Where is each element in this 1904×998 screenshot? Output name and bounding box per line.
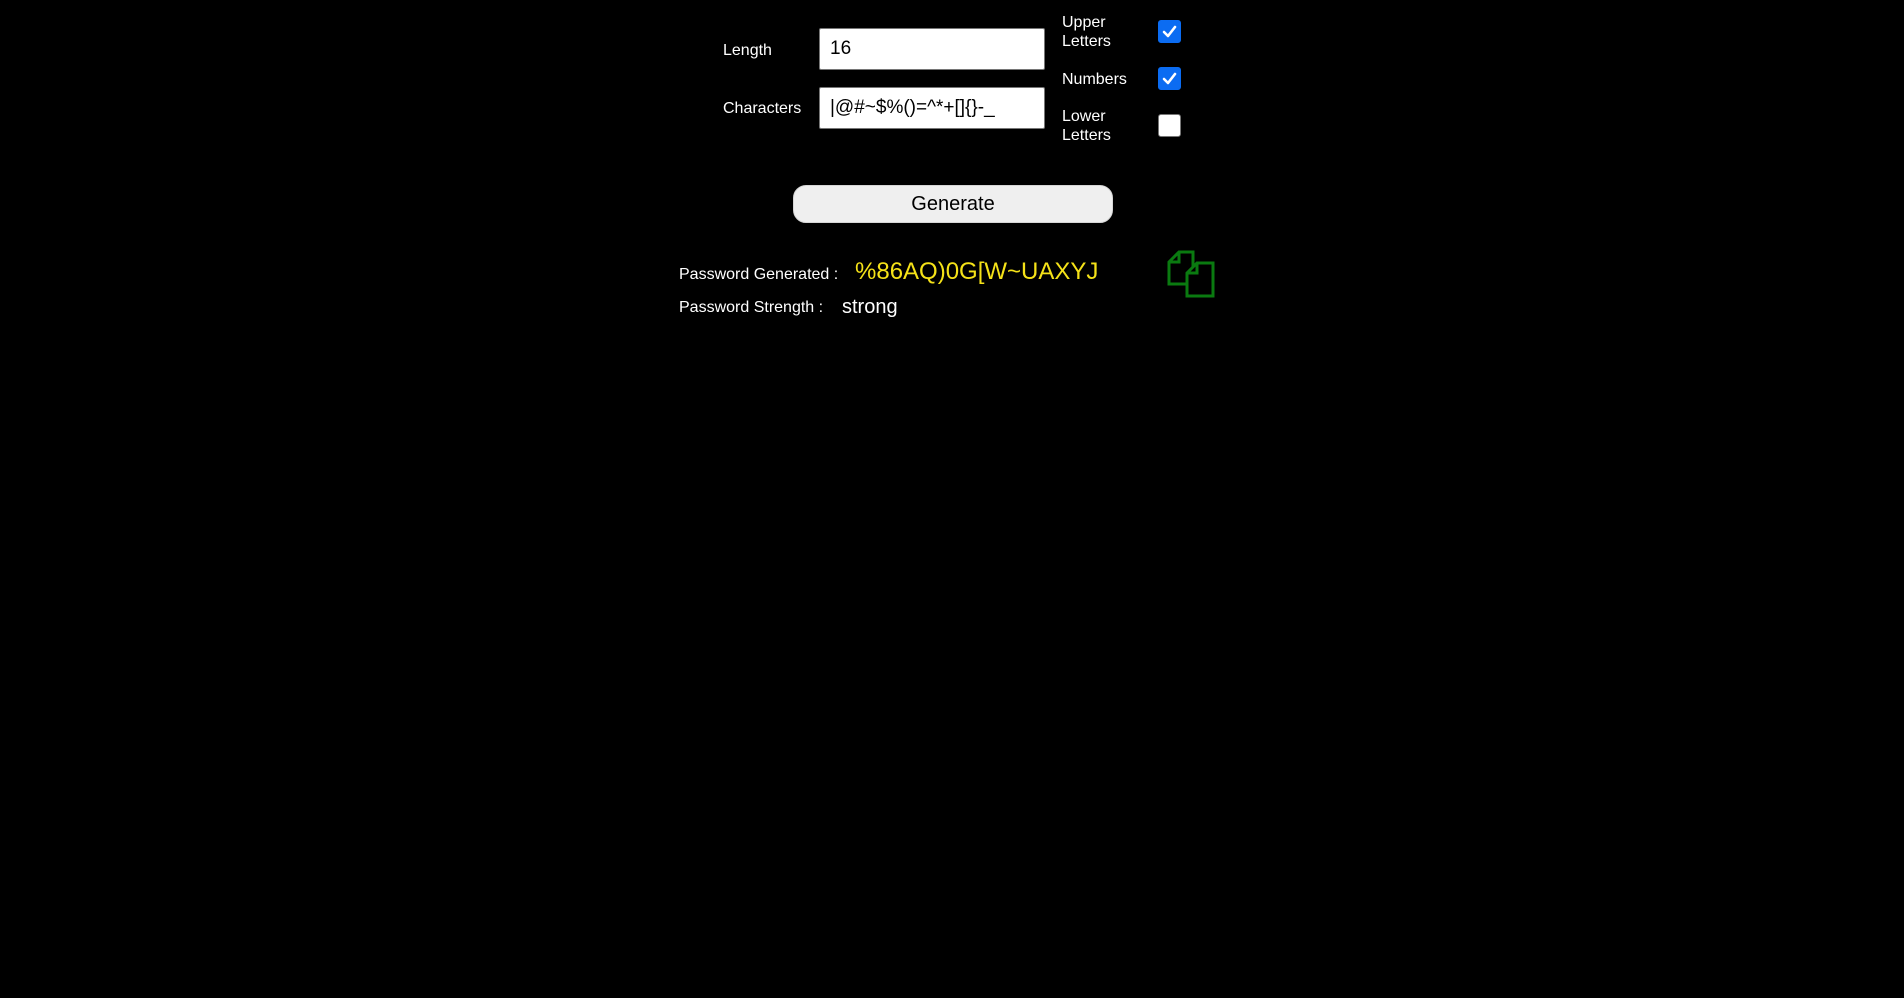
characters-input[interactable] <box>819 87 1045 129</box>
lower-letters-checkbox[interactable] <box>1158 114 1181 137</box>
upper-letters-label-line2: Letters <box>1062 33 1111 50</box>
password-generated-label: Password Generated : <box>679 266 839 283</box>
generated-password: %86AQ)0G[W~UAXYJ <box>855 258 1099 285</box>
checkmark-icon <box>1162 25 1177 38</box>
numbers-checkbox[interactable] <box>1158 67 1181 90</box>
lower-letters-label-line1: Lower <box>1062 108 1106 125</box>
length-label: Length <box>723 42 772 59</box>
upper-letters-checkbox[interactable] <box>1158 20 1181 43</box>
copy-icon[interactable] <box>1166 249 1218 299</box>
length-input[interactable] <box>819 28 1045 70</box>
checkmark-icon <box>1162 72 1177 85</box>
lower-letters-label-line2: Letters <box>1062 127 1111 144</box>
numbers-label: Numbers <box>1062 71 1127 88</box>
password-generator-app: Length Characters Upper Letters Numbers … <box>0 0 1904 998</box>
password-strength-label: Password Strength : <box>679 299 824 316</box>
password-strength-value: strong <box>842 296 898 318</box>
generate-button[interactable]: Generate <box>793 185 1113 223</box>
upper-letters-label-line1: Upper <box>1062 14 1106 31</box>
characters-label: Characters <box>723 100 802 117</box>
